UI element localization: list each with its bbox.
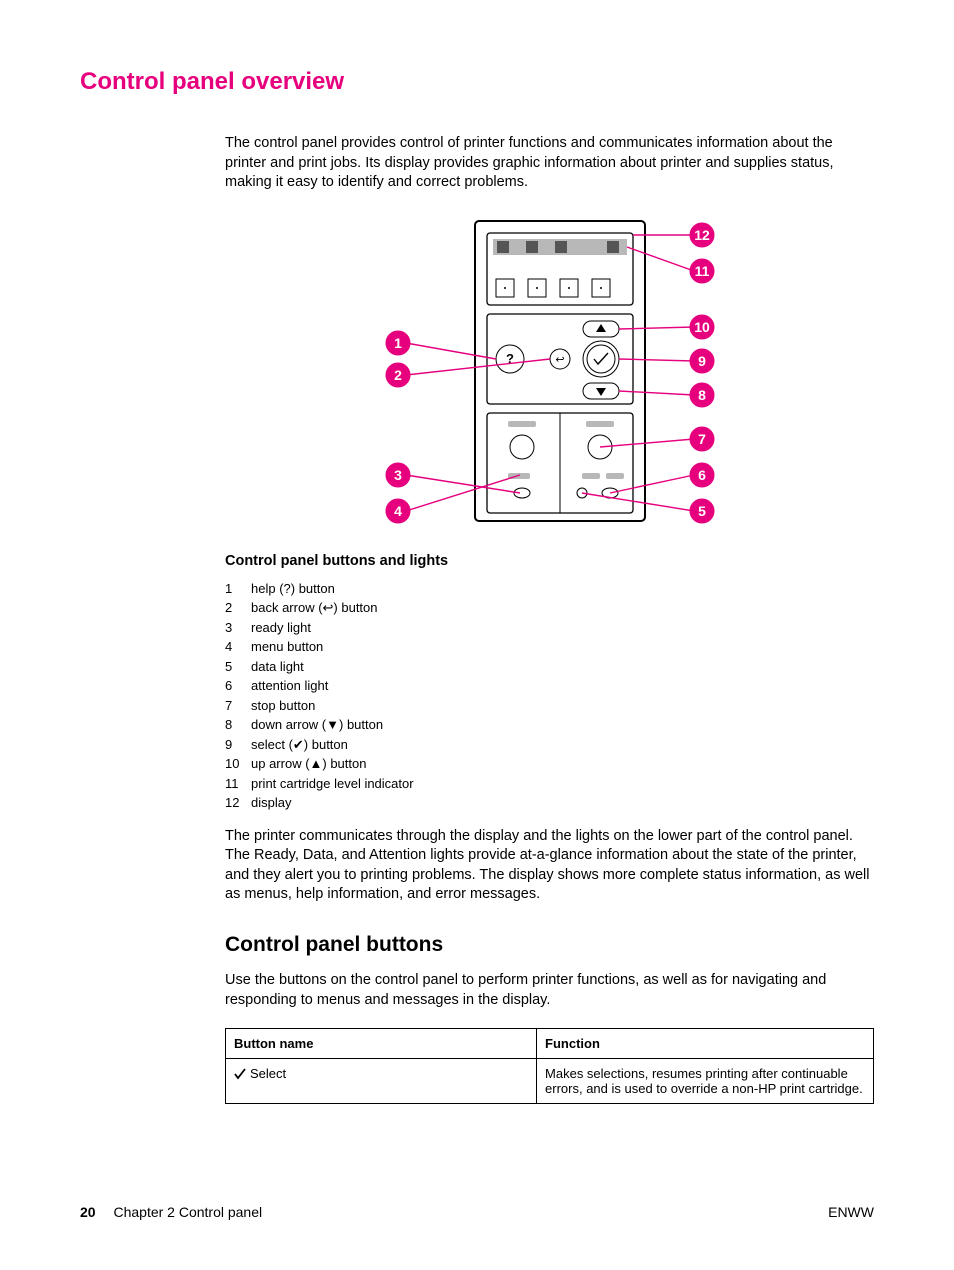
svg-text:12: 12 xyxy=(694,227,710,243)
diagram-svg: ? ↩ xyxy=(370,211,730,531)
body-paragraph-2: The printer communicates through the dis… xyxy=(225,827,874,905)
control-panel-diagram: ? ↩ xyxy=(225,211,874,535)
table-header-function: Function xyxy=(537,1029,874,1059)
button-func-cell: Makes selections, resumes printing after… xyxy=(537,1059,874,1104)
legend-title: Control panel buttons and lights xyxy=(225,553,874,569)
page-footer: 20 Chapter 2 Control panel ENWW xyxy=(80,1204,874,1220)
svg-text:3: 3 xyxy=(394,467,402,483)
intro-paragraph: The control panel provides control of pr… xyxy=(225,134,874,193)
subsection-paragraph: Use the buttons on the control panel to … xyxy=(225,971,874,1010)
table-header-name: Button name xyxy=(226,1029,537,1059)
document-page: Control panel overview The control panel… xyxy=(0,0,954,1270)
content-block: The control panel provides control of pr… xyxy=(225,134,874,1104)
page-number: 20 xyxy=(80,1204,96,1220)
svg-text:7: 7 xyxy=(698,431,706,447)
legend-list: 1help (?) button 2back arrow (↩) button … xyxy=(225,579,874,813)
chapter-label: Chapter 2 Control panel xyxy=(113,1204,262,1220)
svg-text:6: 6 xyxy=(698,467,706,483)
svg-text:↩: ↩ xyxy=(555,354,564,366)
svg-text:8: 8 xyxy=(698,387,706,403)
svg-text:11: 11 xyxy=(694,263,709,279)
button-name-cell: Select xyxy=(250,1066,286,1081)
svg-text:5: 5 xyxy=(698,503,706,519)
svg-text:1: 1 xyxy=(394,335,402,351)
svg-text:10: 10 xyxy=(694,319,710,335)
page-title: Control panel overview xyxy=(80,68,874,96)
svg-text:2: 2 xyxy=(394,367,402,383)
section-heading: Control panel buttons xyxy=(225,933,874,957)
svg-text:9: 9 xyxy=(698,353,706,369)
check-icon xyxy=(234,1068,246,1080)
svg-text:4: 4 xyxy=(394,503,402,519)
buttons-table: Button name Function Select Makes select… xyxy=(225,1028,874,1104)
table-row: Select Makes selections, resumes printin… xyxy=(226,1059,874,1104)
footer-right: ENWW xyxy=(828,1204,874,1220)
